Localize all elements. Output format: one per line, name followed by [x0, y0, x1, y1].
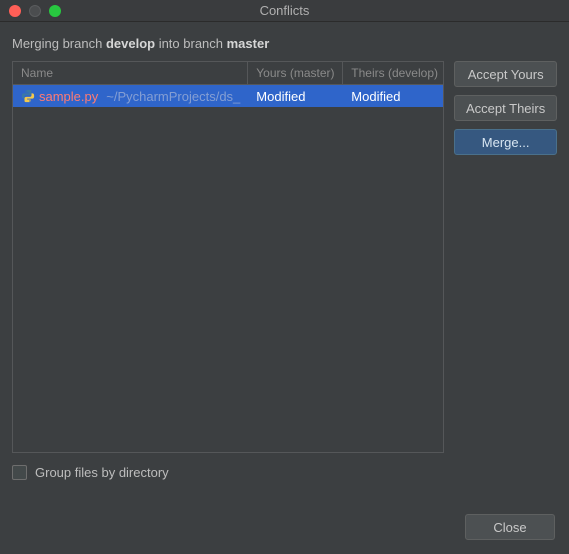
minimize-window-icon — [29, 5, 41, 17]
file-path: ~/PycharmProjects/ds_ — [106, 89, 240, 104]
group-by-directory-checkbox[interactable]: Group files by directory — [12, 465, 169, 480]
titlebar: Conflicts — [0, 0, 569, 22]
action-buttons: Accept Yours Accept Theirs Merge... — [454, 61, 557, 453]
table-body: sample.py ~/PycharmProjects/ds_ Modified… — [13, 85, 443, 452]
column-theirs[interactable]: Theirs (develop) — [343, 62, 443, 84]
column-name[interactable]: Name — [13, 62, 248, 84]
merge-text-prefix: Merging branch — [12, 36, 106, 51]
merge-text-middle: into branch — [155, 36, 227, 51]
table-header: Name Yours (master) Theirs (develop) — [13, 62, 443, 85]
file-name: sample.py — [39, 89, 98, 104]
merge-button[interactable]: Merge... — [454, 129, 557, 155]
group-checkbox-label: Group files by directory — [35, 465, 169, 480]
cell-name: sample.py ~/PycharmProjects/ds_ — [13, 89, 248, 104]
cell-yours: Modified — [248, 89, 343, 104]
window-title: Conflicts — [0, 3, 569, 18]
accept-theirs-button[interactable]: Accept Theirs — [454, 95, 557, 121]
target-branch: master — [227, 36, 270, 51]
accept-yours-button[interactable]: Accept Yours — [454, 61, 557, 87]
table-row[interactable]: sample.py ~/PycharmProjects/ds_ Modified… — [13, 85, 443, 107]
window-controls — [9, 5, 61, 17]
merge-description: Merging branch develop into branch maste… — [12, 36, 557, 51]
python-file-icon — [21, 89, 35, 103]
close-window-icon[interactable] — [9, 5, 21, 17]
zoom-window-icon[interactable] — [49, 5, 61, 17]
source-branch: develop — [106, 36, 155, 51]
cell-theirs: Modified — [343, 89, 443, 104]
group-checkbox-input[interactable] — [12, 465, 27, 480]
close-button[interactable]: Close — [465, 514, 555, 540]
column-yours[interactable]: Yours (master) — [248, 62, 343, 84]
conflicts-table: Name Yours (master) Theirs (develop) sam… — [12, 61, 444, 453]
